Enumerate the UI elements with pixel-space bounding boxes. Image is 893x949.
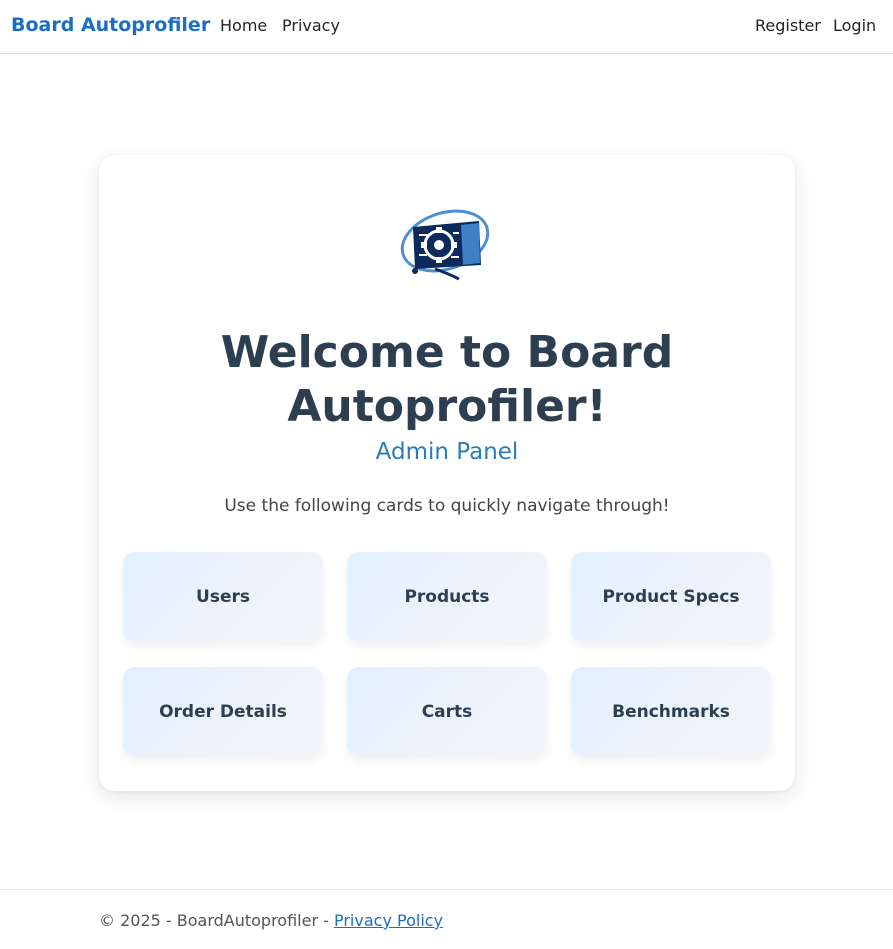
nav-login-link[interactable]: Login bbox=[833, 16, 876, 35]
gear-chip-monitor-icon bbox=[400, 209, 490, 281]
nav-privacy-link[interactable]: Privacy bbox=[282, 16, 340, 35]
copyright-text: © 2025 - BoardAutoprofiler - bbox=[99, 911, 334, 930]
card-users-label: Users bbox=[196, 587, 250, 607]
page-title: Welcome to Board Autoprofiler! bbox=[220, 327, 674, 432]
nav-register-link[interactable]: Register bbox=[755, 16, 821, 35]
top-navbar: Board Autoprofiler Home Privacy Register… bbox=[0, 0, 893, 54]
card-products-label: Products bbox=[404, 587, 490, 607]
card-benchmarks[interactable]: Benchmarks bbox=[571, 667, 771, 757]
intro-text: Use the following cards to quickly navig… bbox=[224, 496, 670, 516]
card-users[interactable]: Users bbox=[123, 552, 323, 642]
card-product-specs[interactable]: Product Specs bbox=[571, 552, 771, 642]
footer-text: © 2025 - BoardAutoprofiler - Privacy Pol… bbox=[99, 911, 443, 930]
card-order-details-label: Order Details bbox=[159, 702, 287, 722]
nav-home-link[interactable]: Home bbox=[220, 16, 267, 35]
brand-link[interactable]: Board Autoprofiler bbox=[11, 14, 210, 36]
card-products[interactable]: Products bbox=[347, 552, 547, 642]
card-order-details[interactable]: Order Details bbox=[123, 667, 323, 757]
card-carts[interactable]: Carts bbox=[347, 667, 547, 757]
page-footer: © 2025 - BoardAutoprofiler - Privacy Pol… bbox=[0, 889, 893, 949]
privacy-policy-link[interactable]: Privacy Policy bbox=[334, 911, 443, 930]
welcome-card: Welcome to Board Autoprofiler! Admin Pan… bbox=[99, 155, 795, 791]
card-carts-label: Carts bbox=[421, 702, 473, 722]
card-benchmarks-label: Benchmarks bbox=[612, 702, 730, 722]
card-product-specs-label: Product Specs bbox=[602, 587, 740, 607]
page-subtitle: Admin Panel bbox=[375, 439, 519, 465]
